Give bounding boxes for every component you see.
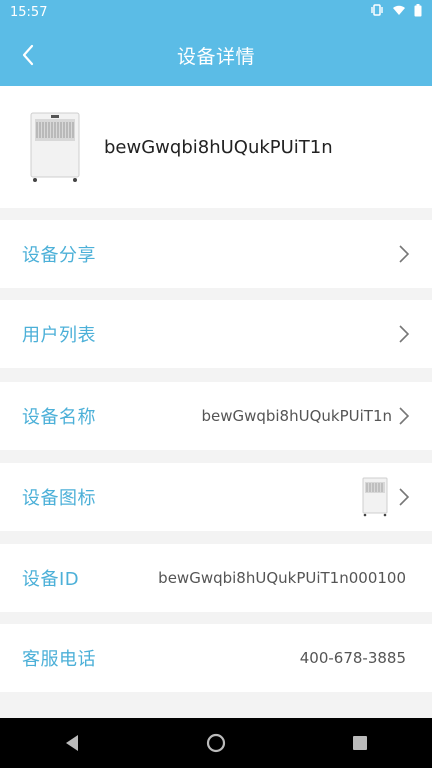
wifi-icon: [392, 4, 406, 20]
back-button[interactable]: [8, 35, 48, 75]
page-title: 设备详情: [176, 45, 255, 68]
dehumidifier-icon: [362, 477, 388, 517]
status-bar: 15:57: [0, 0, 432, 24]
user-list-row[interactable]: 用户列表: [0, 300, 432, 368]
chevron-right-icon: [398, 406, 410, 426]
share-device-row[interactable]: 设备分享: [0, 220, 432, 288]
battery-icon: [414, 3, 422, 21]
nav-recents-button[interactable]: [340, 723, 380, 763]
chevron-right-icon: [398, 487, 410, 507]
row-label: 设备图标: [22, 488, 96, 509]
service-phone-value: 400-678-3885: [299, 649, 406, 667]
device-id-value: bewGwqbi8hUQukPUiT1n000100: [158, 569, 406, 587]
app-bar: 设备详情: [0, 24, 432, 86]
device-name-value: bewGwqbi8hUQukPUiT1n: [201, 407, 392, 425]
status-time: 15:57: [10, 4, 48, 20]
nav-home-button[interactable]: [196, 723, 236, 763]
row-label: 设备名称: [22, 407, 96, 428]
row-label: 客服电话: [22, 649, 96, 670]
square-recents-icon: [353, 736, 367, 750]
chevron-left-icon: [22, 44, 34, 66]
system-nav-bar: [0, 718, 432, 768]
device-header: bewGwqbi8hUQukPUiT1n: [0, 86, 432, 208]
row-label: 设备ID: [22, 569, 80, 590]
device-thumbnail: [358, 476, 392, 518]
device-id-row: 设备ID bewGwqbi8hUQukPUiT1n000100: [0, 544, 432, 612]
vibrate-icon: [370, 4, 384, 20]
circle-home-icon: [206, 733, 226, 753]
service-phone-row[interactable]: 客服电话 400-678-3885: [0, 624, 432, 692]
device-name: bewGwqbi8hUQukPUiT1n: [104, 136, 333, 158]
dehumidifier-icon: [30, 112, 80, 182]
device-image: [20, 110, 90, 184]
chevron-right-icon: [398, 324, 410, 344]
chevron-right-icon: [398, 244, 410, 264]
row-label: 设备分享: [22, 245, 96, 266]
row-label: 用户列表: [22, 325, 96, 346]
status-icons: [370, 3, 422, 21]
device-name-row[interactable]: 设备名称 bewGwqbi8hUQukPUiT1n: [0, 382, 432, 450]
device-icon-row[interactable]: 设备图标: [0, 463, 432, 531]
triangle-back-icon: [66, 735, 78, 751]
nav-back-button[interactable]: [52, 723, 92, 763]
